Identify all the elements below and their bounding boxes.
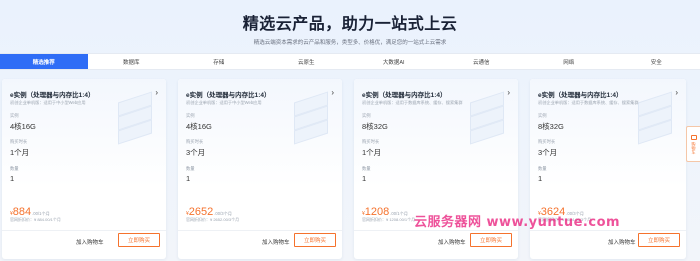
tab-database[interactable]: 数据库 [88,54,176,69]
price-suffix: .00/3个月 [214,211,232,216]
product-card: e实例（处理器与内存比1:4） › 初创企业单机版：适用于数据库系统、缓存、搜索… [530,79,686,259]
tab-storage[interactable]: 存储 [175,54,263,69]
spec-label: 实例 [538,113,547,118]
quantity-value[interactable]: 1 [10,174,14,183]
duration-value[interactable]: 3个月 [538,147,557,158]
server-illustration-icon [112,91,156,145]
product-card: e实例（处理器与内存比1:4） › 初创企业单机版：适用于中小型Web应用 实例… [178,79,342,259]
buy-now-button[interactable]: 立即购买 [294,233,336,247]
card-title[interactable]: e实例（处理器与内存比1:4） [186,89,271,99]
duration-value[interactable]: 1个月 [10,147,29,158]
quantity-value[interactable]: 1 [362,174,366,183]
duration-label: 购买时长 [362,139,380,144]
watermark: 云服务器网 www.yuntue.com [414,215,621,230]
buy-now-button[interactable]: 立即购买 [470,233,512,247]
spec-label: 实例 [362,113,371,118]
quantity-label: 数量 [538,166,547,171]
tab-featured[interactable]: 精选推荐 [0,54,88,69]
category-tabs: 精选推荐 数据库 存储 云原生 大数据AI 云通信 网络 安全 [0,53,700,70]
card-description: 初创企业单机版：适用于中小型Web应用 [186,100,262,105]
server-illustration-icon [464,91,508,145]
divider [2,230,166,231]
reference-price: 官网折扣价：¥ 1208.00/1个月 [362,217,416,222]
spec-label: 实例 [10,113,19,118]
card-title[interactable]: e实例（处理器与内存比1:4） [362,89,447,99]
chevron-right-icon[interactable]: › [507,88,510,97]
duration-label: 购买时长 [186,139,204,144]
divider [354,230,518,231]
chevron-right-icon[interactable]: › [675,88,678,97]
add-to-cart-link[interactable]: 加入购物车 [76,238,104,246]
spec-value[interactable]: 8核32G [538,121,564,132]
buy-now-button[interactable]: 立即购买 [638,233,680,247]
chevron-right-icon[interactable]: › [331,88,334,97]
add-to-cart-link[interactable]: 加入购物车 [262,238,290,246]
quantity-label: 数量 [10,166,19,171]
reference-price: 官网折扣价：¥ 2652.00/3个月 [186,217,240,222]
spec-value[interactable]: 4核16G [10,121,36,132]
price-suffix: .00/1个月 [32,211,50,216]
floating-cart-tab[interactable]: 购物车 [686,126,700,162]
spec-value[interactable]: 4核16G [186,121,212,132]
reference-price: 官网折扣价：¥ 884.00/1个月 [10,217,61,222]
product-card: e实例（处理器与内存比1:4） › 初创企业单机版：适用于数据库系统、缓存、搜索… [354,79,518,259]
add-to-cart-link[interactable]: 加入购物车 [608,238,636,246]
page-subtitle: 精选云端资本需求的云产品和服务，类型多、价格优，满足您的一站式上云需求 [253,40,447,46]
cart-icon [690,134,697,140]
tab-communication[interactable]: 云通信 [438,54,526,69]
product-card: e实例（处理器与内存比1:4） › 初创企业单机版：适用于中小型Web应用 实例… [2,79,166,259]
server-illustration-icon [288,91,332,145]
quantity-value[interactable]: 1 [538,174,542,183]
spec-label: 实例 [186,113,195,118]
card-title[interactable]: e实例（处理器与内存比1:4） [538,89,623,99]
duration-value[interactable]: 3个月 [186,147,205,158]
divider [178,230,342,231]
floating-cart-label: 购物车 [691,141,697,154]
page-title: 精选云产品，助力一站式上云 [242,16,458,33]
duration-label: 购买时长 [538,139,556,144]
add-to-cart-link[interactable]: 加入购物车 [438,238,466,246]
card-title[interactable]: e实例（处理器与内存比1:4） [10,89,95,99]
tab-security[interactable]: 安全 [613,54,700,69]
duration-value[interactable]: 1个月 [362,147,381,158]
quantity-value[interactable]: 1 [186,174,190,183]
card-description: 初创企业单机版：适用于数据库系统、缓存、搜索集群 [362,100,463,105]
quantity-label: 数量 [186,166,195,171]
duration-label: 购买时长 [10,139,28,144]
tab-cloud-native[interactable]: 云原生 [263,54,351,69]
card-description: 初创企业单机版：适用于数据库系统、缓存、搜索集群 [538,100,639,105]
price-suffix: .00/1个月 [390,211,408,216]
tab-network[interactable]: 网络 [525,54,613,69]
divider [530,230,686,231]
buy-now-button[interactable]: 立即购买 [118,233,160,247]
spec-value[interactable]: 8核32G [362,121,388,132]
chevron-right-icon[interactable]: › [155,88,158,97]
quantity-label: 数量 [362,166,371,171]
tab-bigdata-ai[interactable]: 大数据AI [350,54,438,69]
card-description: 初创企业单机版：适用于中小型Web应用 [10,100,86,105]
